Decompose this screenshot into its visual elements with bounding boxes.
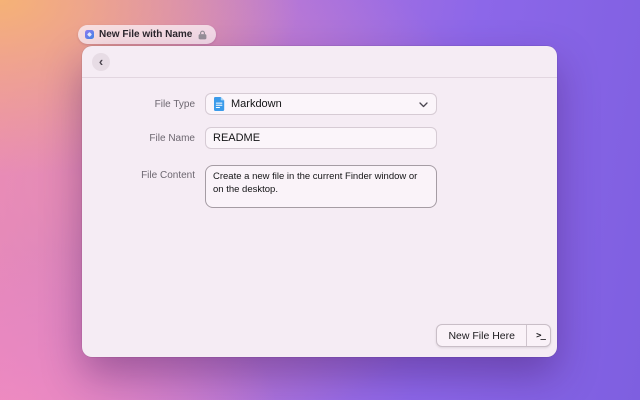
- file-type-dropdown[interactable]: Markdown: [205, 93, 437, 115]
- markdown-file-icon: [213, 97, 225, 111]
- desktop-background: New File with Name ‹ File Type: [0, 0, 640, 400]
- file-content-textarea[interactable]: Create a new file in the current Finder …: [205, 165, 437, 208]
- shortcut-app-icon: [85, 30, 94, 39]
- file-type-label: File Type: [82, 99, 195, 111]
- file-content-label: File Content: [82, 170, 195, 182]
- shortcut-pill-label: New File with Name: [99, 29, 192, 40]
- back-button[interactable]: ‹: [92, 53, 110, 71]
- dialog-window: ‹ File Type Markdown File Name: [82, 46, 557, 357]
- new-file-here-button[interactable]: New File Here: [437, 325, 526, 346]
- file-name-input[interactable]: [205, 127, 437, 149]
- terminal-prompt-icon: >_: [536, 331, 545, 341]
- chevron-down-icon: [419, 102, 428, 108]
- file-name-label: File Name: [82, 133, 195, 145]
- file-type-value: Markdown: [231, 98, 282, 110]
- footer-button-group: New File Here >_: [436, 324, 551, 347]
- terminal-button[interactable]: >_: [527, 325, 550, 346]
- shortcut-pill[interactable]: New File with Name: [78, 25, 216, 44]
- back-chevron-icon: ‹: [99, 55, 103, 68]
- window-header: ‹: [82, 46, 557, 78]
- lock-icon: [197, 30, 208, 40]
